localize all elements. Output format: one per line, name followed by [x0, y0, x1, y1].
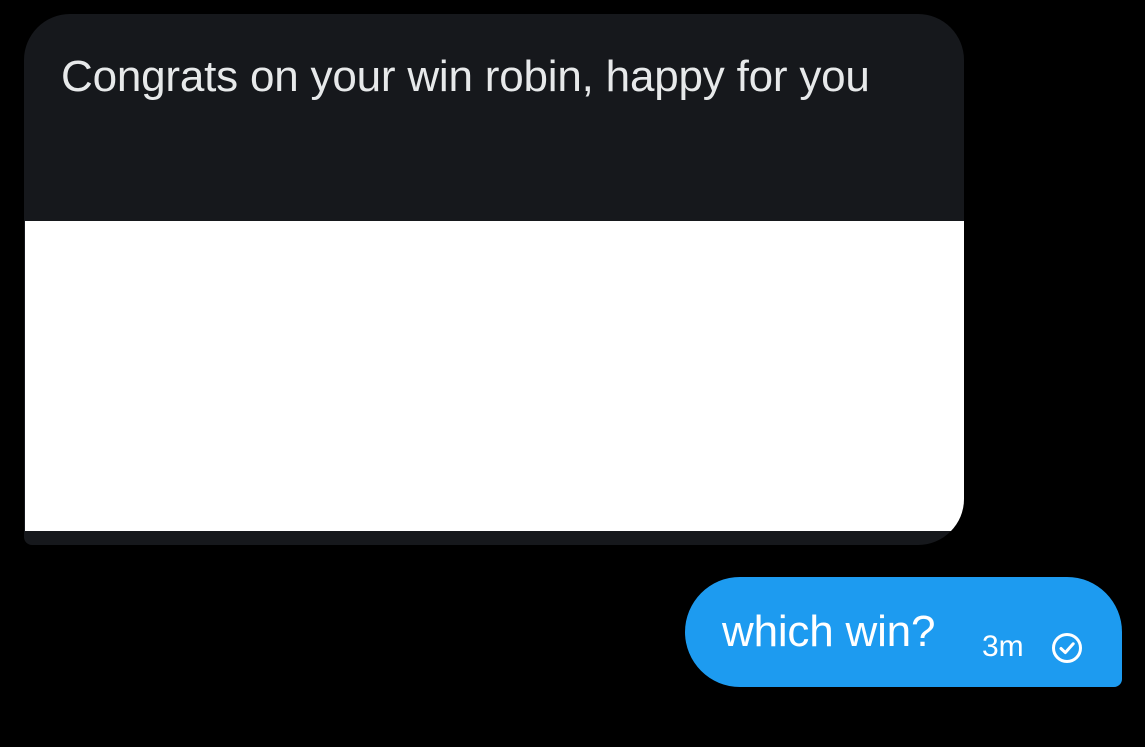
outgoing-message-text: which win? [722, 607, 936, 656]
check-circle-icon [1052, 633, 1082, 663]
incoming-message-text: Congrats on your win robin, happy for yo… [61, 52, 870, 101]
outgoing-message-bubble[interactable]: which win? 3m [685, 577, 1122, 687]
message-timestamp: 3m [982, 630, 1024, 663]
message-media-attachment[interactable] [25, 221, 964, 531]
incoming-message-bubble[interactable]: Congrats on your win robin, happy for yo… [24, 14, 964, 545]
